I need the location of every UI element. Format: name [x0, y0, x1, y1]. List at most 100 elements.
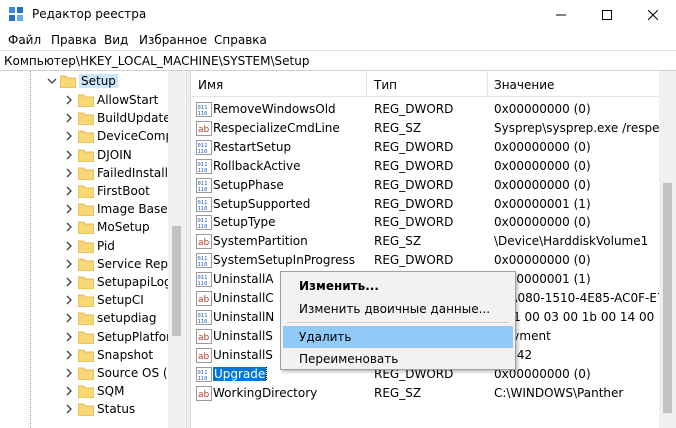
- binary-value-icon: 011 110: [196, 139, 212, 155]
- values-list[interactable]: Имя Тип Значение 011 110 RemoveWindowsOld R…: [191, 71, 676, 428]
- minimize-button[interactable]: [538, 0, 584, 30]
- tree-item[interactable]: Service Repor: [0, 255, 180, 274]
- folder-icon: [77, 311, 95, 326]
- tree-item[interactable]: FailedInstallat: [0, 164, 180, 183]
- value-name: RemoveWindowsOld: [213, 102, 336, 116]
- context-modify-label: Изменить...: [299, 279, 379, 293]
- tree-item-label: SetupCI: [97, 293, 144, 308]
- tree-item-label: setupdiag: [97, 311, 157, 326]
- tree-item[interactable]: AllowStart: [0, 91, 168, 110]
- table-row[interactable]: 011 110 RollbackActive REG_DWORD 0x00000000 …: [191, 157, 659, 176]
- tree-scrollbar-thumb[interactable]: [172, 226, 181, 336]
- svg-text:110: 110: [198, 206, 208, 212]
- tree-item[interactable]: SetupCI: [0, 291, 168, 310]
- tree-item-setup[interactable]: Setup: [0, 72, 168, 91]
- folder-icon: [77, 93, 95, 108]
- tree-item-label: Pid: [97, 238, 115, 253]
- table-row[interactable]: 011 110 SetupSupported REG_DWORD 0x00000001 …: [191, 195, 659, 214]
- value-type: REG_SZ: [374, 120, 422, 135]
- value-data: 0x00000000 (0): [494, 253, 591, 268]
- chevron-right-icon[interactable]: [64, 276, 74, 288]
- value-data: \Device\HarddiskVolume1: [494, 234, 649, 249]
- tree-item[interactable]: DeviceCompa: [0, 127, 180, 146]
- chevron-right-icon[interactable]: [64, 294, 74, 306]
- column-type[interactable]: Тип: [374, 78, 397, 92]
- folder-icon: [77, 402, 95, 417]
- tree-item[interactable]: Snapshot: [0, 346, 168, 365]
- tree-item-label: FirstBoot: [97, 184, 150, 198]
- value-name: SetupPhase: [213, 177, 284, 192]
- tree-item[interactable]: FirstBoot: [0, 182, 168, 201]
- chevron-right-icon[interactable]: [64, 258, 74, 270]
- tree-item[interactable]: Source OS (U: [0, 364, 176, 383]
- column-name[interactable]: Имя: [198, 78, 223, 92]
- context-modify-binary[interactable]: Изменить двоичные данные...: [283, 298, 513, 320]
- menu-file[interactable]: Файл: [8, 33, 41, 47]
- tree-item[interactable]: BuildUpdate: [0, 109, 171, 128]
- svg-text:ab: ab: [198, 352, 210, 362]
- chevron-right-icon[interactable]: [64, 385, 74, 397]
- chevron-right-icon[interactable]: [64, 403, 74, 415]
- svg-text:ab: ab: [198, 295, 210, 305]
- tree-item[interactable]: SetupapiLogS: [0, 273, 179, 292]
- chevron-right-icon[interactable]: [64, 240, 74, 252]
- tree-item[interactable]: Status: [0, 400, 168, 419]
- menu-favorites[interactable]: Избранное: [139, 33, 207, 47]
- chevron-right-icon[interactable]: [64, 312, 74, 324]
- value-data: 0x00000000 (0): [494, 102, 591, 116]
- tree-item[interactable]: SetupPlatforr: [0, 328, 176, 347]
- table-row[interactable]: 011 110 SetupPhase REG_DWORD 0x00000000 (0): [191, 176, 659, 195]
- table-row[interactable]: 011 110 SetupType REG_DWORD 0x00000000 (0): [191, 213, 659, 232]
- chevron-right-icon[interactable]: [64, 94, 74, 106]
- value-type: REG_DWORD: [374, 215, 454, 230]
- chevron-right-icon[interactable]: [64, 130, 74, 142]
- tree-pane[interactable]: Setup AllowStart BuildUpdate DeviceCompa DJO…: [0, 71, 186, 428]
- table-row[interactable]: 011 110 RestartSetup REG_DWORD 0x00000000 (0…: [191, 138, 659, 157]
- chevron-right-icon[interactable]: [64, 185, 74, 197]
- tree-item[interactable]: Pid: [0, 237, 168, 256]
- chevron-down-icon[interactable]: [47, 75, 57, 87]
- tree-item[interactable]: Image Based: [0, 200, 175, 219]
- chevron-right-icon[interactable]: [64, 203, 74, 215]
- context-modify[interactable]: Изменить...: [283, 275, 513, 297]
- table-row[interactable]: ab SystemPartition REG_SZ \Device\HarddiskV…: [191, 232, 659, 251]
- table-row[interactable]: ab RespecializeCmdLine REG_SZ Sysprep\syspr…: [191, 119, 659, 138]
- table-row[interactable]: 011 110 RemoveWindowsOld REG_DWORD 0x0000000…: [191, 100, 659, 119]
- maximize-icon: [602, 10, 612, 20]
- column-divider[interactable]: [366, 71, 367, 97]
- tree-item[interactable]: SQM: [0, 382, 168, 401]
- folder-icon: [77, 129, 95, 144]
- value-data: 0x00000001 (1): [494, 272, 591, 287]
- value-data: Sysprep\sysprep.exe /respeciali: [494, 120, 659, 135]
- svg-text:ab: ab: [198, 238, 210, 248]
- tree-item[interactable]: MoSetup: [0, 218, 168, 237]
- tree-item[interactable]: DJOIN: [0, 146, 168, 165]
- chevron-right-icon[interactable]: [64, 167, 74, 179]
- chevron-right-icon[interactable]: [64, 367, 74, 379]
- table-row[interactable]: ab WorkingDirectory REG_SZ C:\WINDOWS\Panth…: [191, 384, 659, 403]
- svg-text:110: 110: [198, 281, 208, 287]
- table-row[interactable]: 011 110 SystemSetupInProgress REG_DWORD 0x00…: [191, 251, 659, 270]
- context-separator: [287, 322, 509, 323]
- chevron-right-icon[interactable]: [64, 331, 74, 343]
- chevron-right-icon[interactable]: [64, 221, 74, 233]
- context-rename[interactable]: Переименовать: [283, 348, 513, 370]
- tree-item-label: SetupPlatforr: [97, 329, 176, 344]
- column-data[interactable]: Значение: [494, 78, 554, 92]
- column-divider[interactable]: [487, 71, 488, 97]
- svg-text:110: 110: [198, 168, 208, 174]
- menu-help[interactable]: Справка: [214, 33, 267, 47]
- chevron-right-icon[interactable]: [64, 349, 74, 361]
- chevron-right-icon[interactable]: [64, 149, 74, 161]
- address-bar[interactable]: Компьютер\HKEY_LOCAL_MACHINE\SYSTEM\Setu…: [0, 50, 676, 71]
- address-path[interactable]: Компьютер\HKEY_LOCAL_MACHINE\SYSTEM\Setu…: [4, 54, 309, 68]
- menu-edit[interactable]: Правка: [51, 33, 97, 47]
- tree-item[interactable]: setupdiag: [0, 309, 168, 328]
- folder-icon: [77, 293, 95, 308]
- maximize-button[interactable]: [584, 0, 630, 30]
- list-scrollbar-thumb[interactable]: [663, 183, 672, 413]
- menu-view[interactable]: Вид: [104, 33, 128, 47]
- close-button[interactable]: [630, 0, 676, 30]
- chevron-right-icon[interactable]: [64, 112, 74, 124]
- context-delete[interactable]: Удалить: [283, 326, 513, 348]
